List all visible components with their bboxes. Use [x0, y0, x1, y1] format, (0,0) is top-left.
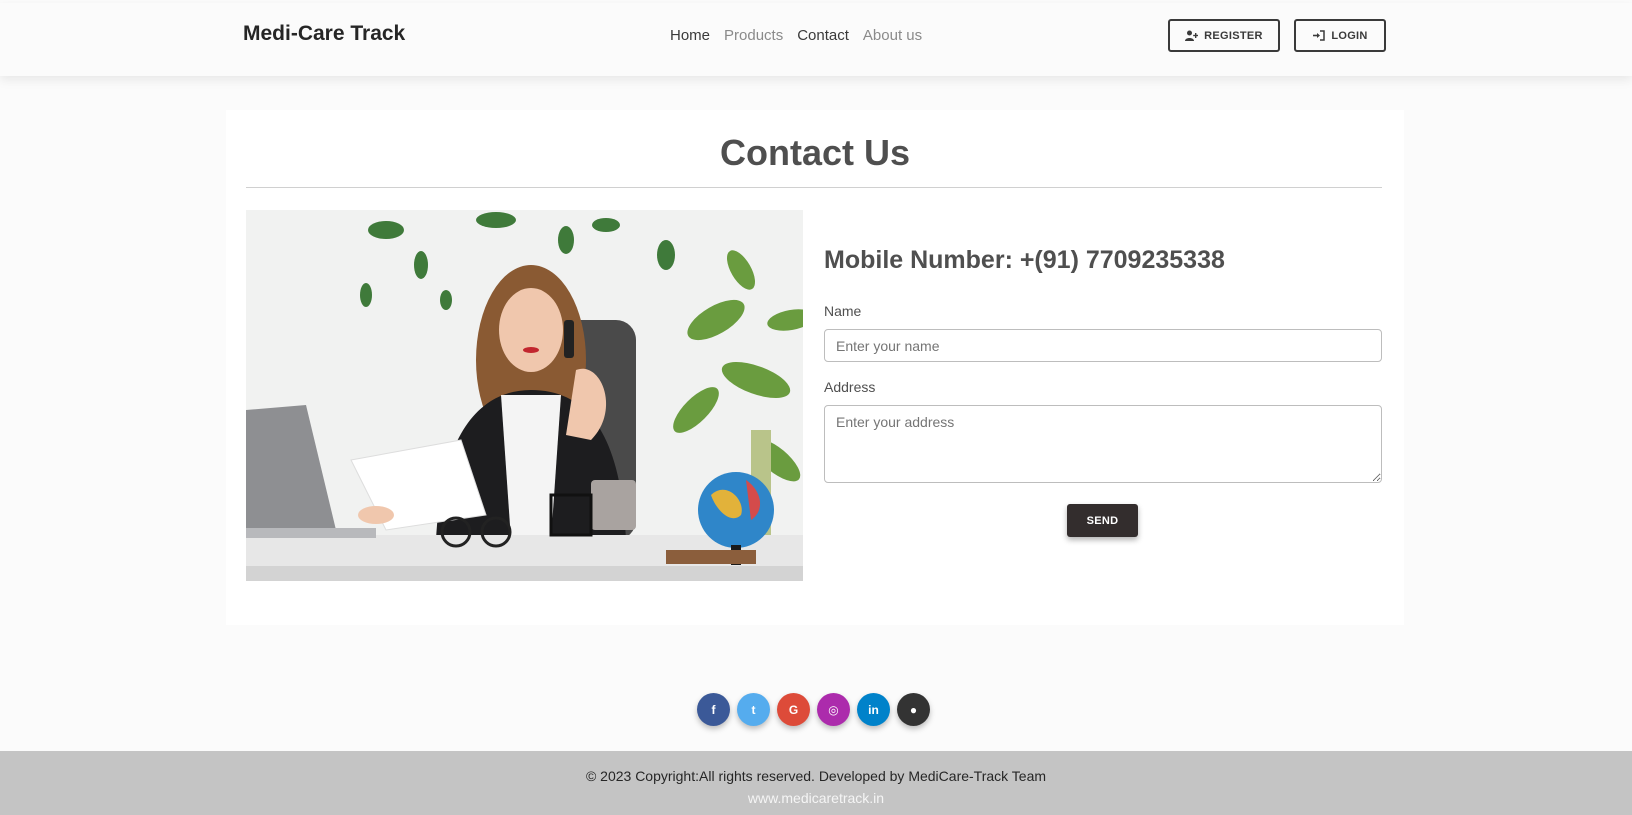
contact-card: Contact Us Mobile Number: +(91) 77092353…: [226, 110, 1404, 625]
footer: © 2023 Copyright:All rights reserved. De…: [0, 751, 1632, 815]
github-icon[interactable]: ●: [897, 693, 930, 726]
page-title: Contact Us: [719, 132, 911, 173]
divider: [246, 187, 1382, 188]
navbar: Medi-Care Track Home Products Contact Ab…: [0, 3, 1632, 76]
brand-logo[interactable]: Medi-Care Track: [243, 22, 405, 46]
nav-links: Home Products Contact About us: [670, 27, 922, 44]
register-label: REGISTER: [1204, 29, 1263, 42]
name-input[interactable]: [824, 329, 1382, 362]
address-textarea[interactable]: [824, 405, 1382, 483]
copyright-text: © 2023 Copyright:All rights reserved. De…: [585, 768, 1047, 784]
sign-in-icon: [1313, 30, 1326, 41]
contact-photo: [246, 210, 803, 581]
nav-link-about[interactable]: About us: [863, 27, 922, 44]
nav-link-products[interactable]: Products: [724, 27, 783, 44]
site-link[interactable]: www.medicaretrack.in: [0, 790, 1632, 806]
google-icon[interactable]: G: [777, 693, 810, 726]
nav-link-contact[interactable]: Contact: [797, 27, 849, 44]
instagram-icon[interactable]: ◎: [817, 693, 850, 726]
send-button[interactable]: SEND: [1067, 504, 1138, 537]
twitter-icon[interactable]: t: [737, 693, 770, 726]
user-plus-icon: [1185, 30, 1199, 41]
login-button[interactable]: LOGIN: [1294, 19, 1386, 52]
linkedin-icon[interactable]: in: [857, 693, 890, 726]
address-label: Address: [824, 379, 876, 395]
facebook-icon[interactable]: f: [697, 693, 730, 726]
social-links: f t G ◎ in ●: [697, 693, 930, 726]
nav-link-home[interactable]: Home: [670, 27, 710, 44]
register-button[interactable]: REGISTER: [1168, 19, 1280, 52]
name-label: Name: [824, 303, 862, 319]
mobile-number: Mobile Number: +(91) 7709235338: [824, 246, 1225, 274]
login-label: LOGIN: [1331, 29, 1368, 42]
